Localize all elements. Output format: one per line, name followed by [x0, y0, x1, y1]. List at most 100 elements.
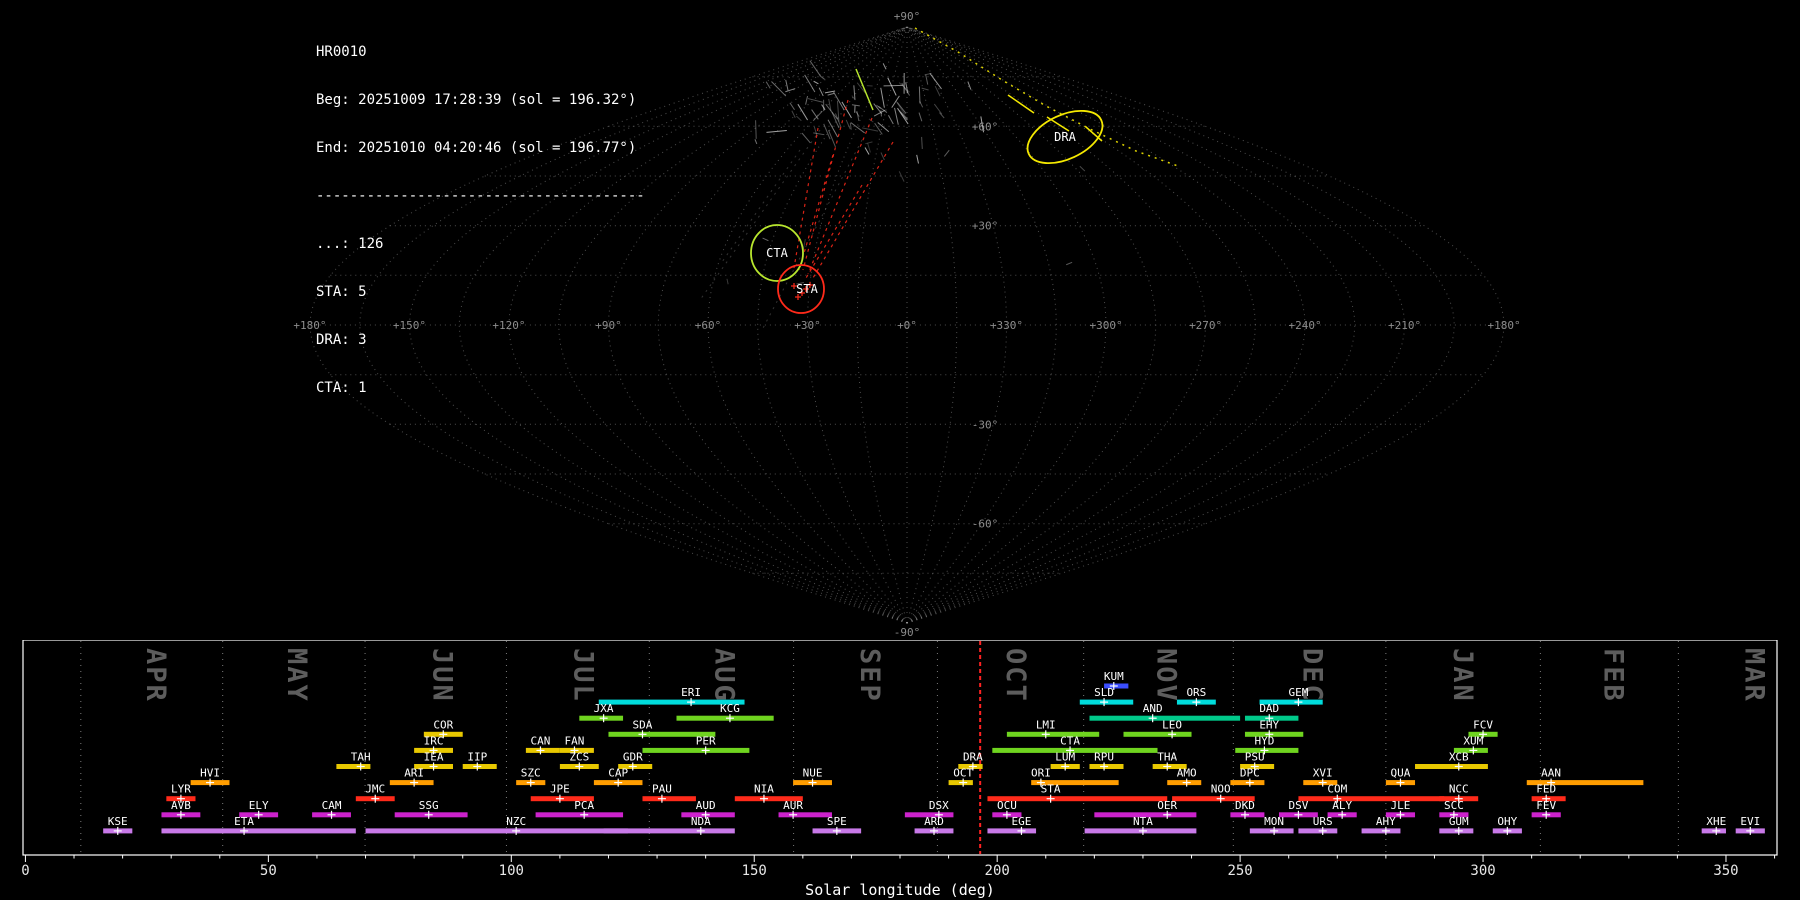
- shower-label: CTA: [1060, 734, 1080, 747]
- tick-label: 100: [499, 863, 524, 879]
- count-sta: STA: 5: [316, 284, 367, 300]
- shower-label: QUA: [1391, 767, 1411, 780]
- sporadic-meteor: [791, 110, 796, 118]
- lon-label: +300°: [1089, 319, 1122, 332]
- shower-label: ORI: [1031, 767, 1051, 780]
- lon-label: +180°: [1487, 319, 1520, 332]
- meteor-station-report: +180° +150° +120° +90° +60° +30° +0° +330° +300°…: [0, 0, 1800, 900]
- sporadic-meteor: [766, 130, 787, 133]
- sporadic-meteor: [862, 127, 879, 132]
- shower-bar: [161, 828, 356, 834]
- shower-label: DKD: [1235, 799, 1255, 812]
- shower-label: DAD: [1259, 702, 1279, 715]
- shower-label: SCC: [1444, 799, 1464, 812]
- shower-label: XUM: [1463, 734, 1483, 747]
- shower-label: CAM: [322, 799, 342, 812]
- sporadic-meteor: [918, 86, 921, 104]
- lon-label: +270°: [1189, 319, 1222, 332]
- shower-bar: [1298, 796, 1445, 802]
- sporadic-meteor: [880, 87, 885, 108]
- shower-label: CAN: [531, 734, 551, 747]
- shower-label: LYR: [171, 783, 191, 796]
- sporadic-meteor: [888, 114, 894, 125]
- sporadic-meteor: [921, 87, 929, 91]
- shower-label: ALY: [1332, 799, 1352, 812]
- sporadic-meteor: [809, 60, 821, 77]
- shower-label: GEM: [1288, 686, 1308, 699]
- shower-label: LUM: [1055, 751, 1075, 764]
- sporadic-meteor: [891, 95, 900, 108]
- shower-label: HYD: [1254, 734, 1274, 747]
- sporadic-meteor: [771, 81, 787, 97]
- month-label-jun: JUN: [427, 648, 458, 703]
- info-panel: HR0010 Beg: 20251009 17:28:39 (sol = 196…: [316, 12, 645, 428]
- shower-label: OHY: [1497, 815, 1517, 828]
- shower-label: XVI: [1313, 767, 1333, 780]
- sporadic-meteor: [918, 112, 923, 122]
- shower-label: JXA: [594, 702, 614, 715]
- sporadic-meteor: [901, 82, 911, 96]
- radiant-label-dra: DRA: [1054, 130, 1076, 144]
- month-label-mar: MAR: [1738, 648, 1769, 703]
- shower-bar: [642, 747, 750, 753]
- shower-label: FED: [1536, 783, 1556, 796]
- sporadic-meteor: [813, 126, 818, 137]
- shower-bar: [987, 828, 1037, 834]
- tick-label: 350: [1713, 863, 1738, 879]
- sporadic-meteor: [755, 120, 757, 139]
- shower-label: GUM: [1449, 815, 1469, 828]
- sporadic-meteor: [896, 102, 907, 114]
- sporadic-meteor: [796, 115, 802, 122]
- shower-label: AAN: [1541, 767, 1561, 780]
- end-time: End: 20251010 04:20:46 (sol = 196.77°): [316, 140, 637, 156]
- month-label-aug: AUG: [708, 648, 739, 703]
- tick-label: 150: [742, 863, 767, 879]
- shower-label: COR: [433, 718, 453, 731]
- shower-label: ELY: [249, 799, 269, 812]
- sporadic-meteor: [916, 154, 919, 164]
- month-label-jan: JAN: [1447, 648, 1478, 703]
- shower-label: LMI: [1036, 718, 1056, 731]
- shower-label: MON: [1264, 815, 1284, 828]
- shower-label: PCA: [574, 799, 594, 812]
- shower-label: XHE: [1706, 815, 1726, 828]
- shower-bar: [1298, 828, 1338, 834]
- sporadic-meteor: [887, 77, 897, 96]
- shower-label: PER: [696, 734, 716, 747]
- shower-label: ORS: [1186, 686, 1206, 699]
- shower-label: PAU: [652, 783, 672, 796]
- lat-label: -30°: [972, 418, 999, 431]
- shower-bar: [778, 812, 832, 818]
- count-sporadic: ...: 126: [316, 236, 384, 252]
- lat-label: -60°: [972, 518, 999, 531]
- shower-label: ERI: [681, 686, 701, 699]
- sporadic-meteor: [804, 74, 816, 93]
- shower-label: NCC: [1449, 783, 1469, 796]
- separator-line: ---------------------------------------: [316, 188, 645, 204]
- x-axis-label: Solar longitude (deg): [805, 881, 995, 899]
- shower-label: SDA: [633, 718, 653, 731]
- sporadic-meteor: [933, 103, 943, 115]
- sporadic-meteor: [864, 147, 870, 155]
- sporadic-meteor: [894, 107, 899, 125]
- sporadic-meteor: [805, 95, 809, 105]
- shower-label: AHY: [1376, 815, 1396, 828]
- shower-label: HVI: [200, 767, 220, 780]
- begin-time: Beg: 20251009 17:28:39 (sol = 196.32°): [316, 92, 637, 108]
- shower-label: DPC: [1240, 767, 1260, 780]
- sporadic-meteor: [967, 81, 972, 90]
- shower-label: AMO: [1177, 767, 1197, 780]
- lon-label: +30°: [794, 319, 821, 332]
- count-dra: DRA: 3: [316, 332, 367, 348]
- sporadic-meteor: [762, 237, 769, 242]
- shower-bar: [642, 796, 696, 802]
- shower-label: FCV: [1473, 718, 1493, 731]
- shower-label: SSG: [419, 799, 439, 812]
- shower-label: IEA: [424, 751, 444, 764]
- tick-label: 200: [985, 863, 1010, 879]
- sporadic-meteor: [921, 136, 923, 149]
- sporadic-meteor: [880, 110, 882, 117]
- sporadic-meteor: [1065, 261, 1073, 266]
- shower-label: IIP: [467, 751, 487, 764]
- sporadic-meteor: [801, 132, 811, 144]
